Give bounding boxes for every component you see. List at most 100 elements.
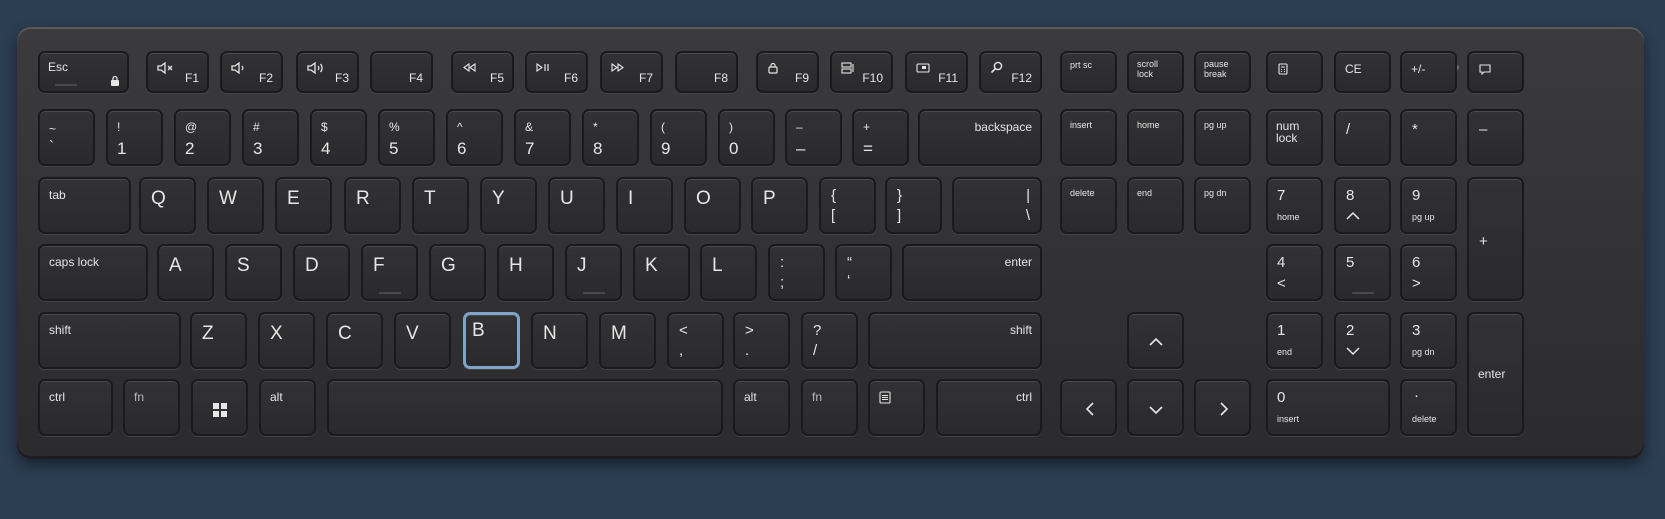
key-f10-display[interactable]: F10 xyxy=(830,51,893,93)
key-y[interactable]: Y xyxy=(480,177,537,234)
key-calculator[interactable] xyxy=(1266,51,1323,93)
key-right-shift[interactable]: shift xyxy=(868,312,1042,369)
key-z[interactable]: Z xyxy=(190,312,247,369)
key-n[interactable]: N xyxy=(531,312,588,369)
key-enter[interactable]: enter xyxy=(902,244,1042,301)
key-numpad-6[interactable]: 6 > xyxy=(1400,244,1457,301)
key-left-ctrl[interactable]: ctrl xyxy=(38,379,113,436)
key-arrow-right[interactable] xyxy=(1194,379,1251,436)
key-p[interactable]: P xyxy=(751,177,808,234)
key-f7-next-track[interactable]: F7 xyxy=(600,51,663,93)
key-numpad-7[interactable]: 7 home xyxy=(1266,177,1323,234)
key-w[interactable]: W xyxy=(207,177,264,234)
key-o[interactable]: O xyxy=(684,177,741,234)
key-f11-snip[interactable]: F11 xyxy=(905,51,968,93)
key-m[interactable]: M xyxy=(599,312,656,369)
key-end[interactable]: end xyxy=(1127,177,1184,234)
key-caps-lock[interactable]: caps lock xyxy=(38,244,148,301)
key-delete[interactable]: delete xyxy=(1060,177,1117,234)
key-windows[interactable] xyxy=(191,379,248,436)
key-page-down[interactable]: pg dn xyxy=(1194,177,1251,234)
key-backtick[interactable]: ~ ` xyxy=(38,109,95,166)
key-comma[interactable]: < , xyxy=(667,312,724,369)
key-k[interactable]: K xyxy=(633,244,690,301)
key-q[interactable]: Q xyxy=(139,177,196,234)
key-f9-lock[interactable]: F9 xyxy=(756,51,819,93)
key-l[interactable]: L xyxy=(700,244,757,301)
key-menu[interactable] xyxy=(868,379,925,436)
key-right-fn[interactable]: fn xyxy=(801,379,858,436)
key-f4[interactable]: F4 xyxy=(370,51,433,93)
key-6[interactable]: ^ 6 xyxy=(446,109,503,166)
key-ce[interactable]: CE xyxy=(1334,51,1391,93)
key-numpad-8[interactable]: 8 xyxy=(1334,177,1391,234)
key-semicolon[interactable]: : ; xyxy=(768,244,825,301)
key-f8[interactable]: F8 xyxy=(675,51,738,93)
key-f2-volume-down[interactable]: F2 xyxy=(220,51,283,93)
key-0[interactable]: ) 0 xyxy=(718,109,775,166)
key-period[interactable]: > . xyxy=(733,312,790,369)
key-tab[interactable]: tab xyxy=(38,177,131,234)
key-equals[interactable]: + = xyxy=(852,109,909,166)
key-1[interactable]: ! 1 xyxy=(106,109,163,166)
key-plus-minus[interactable]: +/- xyxy=(1400,51,1457,93)
key-f[interactable]: F xyxy=(361,244,418,301)
key-numpad-minus[interactable]: – xyxy=(1467,109,1524,166)
key-right-ctrl[interactable]: ctrl xyxy=(936,379,1042,436)
key-numpad-2[interactable]: 2 xyxy=(1334,312,1391,369)
key-h[interactable]: H xyxy=(497,244,554,301)
key-scroll-lock[interactable]: scroll lock xyxy=(1127,51,1184,93)
key-minus[interactable]: – – xyxy=(785,109,842,166)
key-numpad-0[interactable]: 0 insert xyxy=(1266,379,1390,436)
key-numpad-multiply[interactable]: * xyxy=(1400,109,1457,166)
key-numpad-enter[interactable]: enter xyxy=(1467,312,1524,436)
key-9[interactable]: (9 xyxy=(650,109,707,166)
key-v[interactable]: V xyxy=(394,312,451,369)
key-arrow-left[interactable] xyxy=(1060,379,1117,436)
key-home[interactable]: home xyxy=(1127,109,1184,166)
key-page-up[interactable]: pg up xyxy=(1194,109,1251,166)
key-num-lock[interactable]: num lock xyxy=(1266,109,1323,166)
key-5[interactable]: % 5 xyxy=(378,109,435,166)
key-numpad-3[interactable]: 3 pg dn xyxy=(1400,312,1457,369)
key-backspace[interactable]: backspace xyxy=(918,109,1042,166)
key-t[interactable]: T xyxy=(412,177,469,234)
key-numpad-1[interactable]: 1 end xyxy=(1266,312,1323,369)
key-f6-play-pause[interactable]: F6 xyxy=(525,51,588,93)
key-slash[interactable]: ? / xyxy=(801,312,858,369)
key-b[interactable]: B xyxy=(463,312,520,369)
key-esc[interactable]: Esc xyxy=(38,51,129,93)
key-a[interactable]: A xyxy=(157,244,214,301)
key-backslash[interactable]: | \ xyxy=(952,177,1042,234)
key-chat[interactable] xyxy=(1467,51,1524,93)
key-arrow-down[interactable] xyxy=(1127,379,1184,436)
key-f12-search[interactable]: F12 xyxy=(979,51,1042,93)
key-pause-break[interactable]: pause break xyxy=(1194,51,1251,93)
key-j[interactable]: J xyxy=(565,244,622,301)
key-arrow-up[interactable] xyxy=(1127,312,1184,369)
key-2[interactable]: @2 xyxy=(174,109,231,166)
key-numpad-5[interactable]: 5 xyxy=(1334,244,1391,301)
key-fn[interactable]: fn xyxy=(123,379,180,436)
key-f1-mute[interactable]: F1 xyxy=(146,51,209,93)
key-right-alt[interactable]: alt xyxy=(733,379,790,436)
key-c[interactable]: C xyxy=(326,312,383,369)
key-quote[interactable]: “ ‘ xyxy=(835,244,892,301)
key-s[interactable]: S xyxy=(225,244,282,301)
key-x[interactable]: X xyxy=(258,312,315,369)
key-g[interactable]: G xyxy=(429,244,486,301)
key-right-bracket[interactable]: } ] xyxy=(885,177,942,234)
key-numpad-4[interactable]: 4 < xyxy=(1266,244,1323,301)
key-print-screen[interactable]: prt sc xyxy=(1060,51,1117,93)
key-d[interactable]: D xyxy=(293,244,350,301)
key-left-alt[interactable]: alt xyxy=(259,379,316,436)
key-e[interactable]: E xyxy=(275,177,332,234)
key-8[interactable]: * 8 xyxy=(582,109,639,166)
key-f5-previous-track[interactable]: F5 xyxy=(451,51,514,93)
key-numpad-divide[interactable]: / xyxy=(1334,109,1391,166)
key-u[interactable]: U xyxy=(548,177,605,234)
key-numpad-9[interactable]: 9 pg up xyxy=(1400,177,1457,234)
key-r[interactable]: R xyxy=(344,177,401,234)
key-numpad-decimal[interactable]: · delete xyxy=(1400,379,1457,436)
key-3[interactable]: #3 xyxy=(242,109,299,166)
